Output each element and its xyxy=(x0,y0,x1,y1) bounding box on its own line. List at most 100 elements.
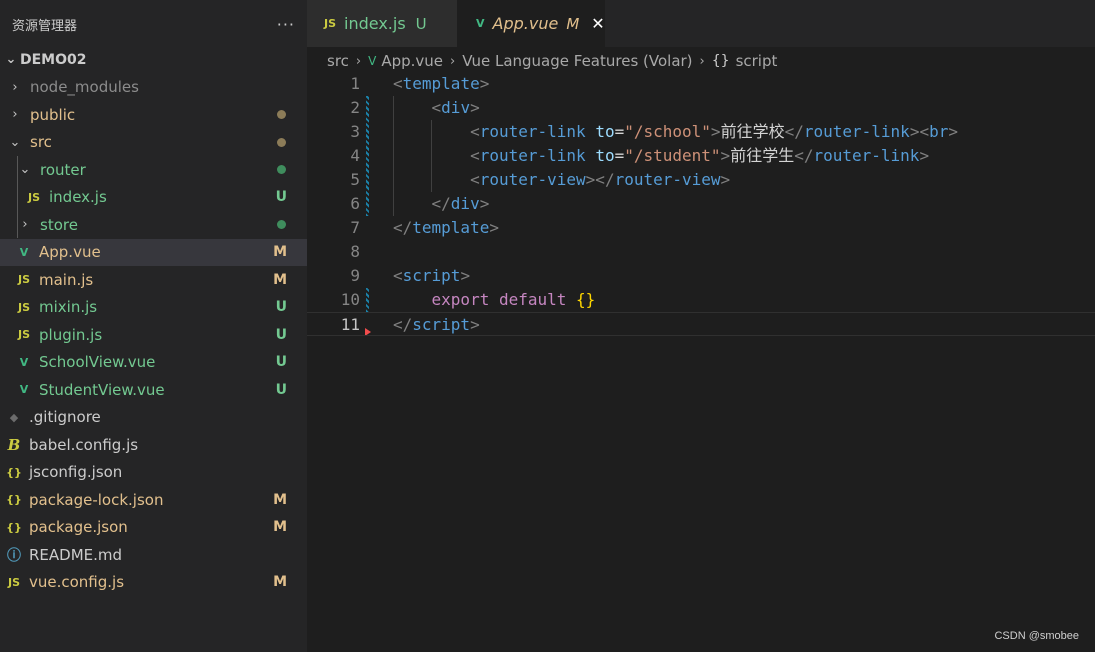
keyword: default xyxy=(498,290,567,309)
project-name: DEMO02 xyxy=(20,51,87,68)
tree-item-label: mixin.js xyxy=(39,298,98,317)
tab-status: M xyxy=(566,14,580,33)
json-icon: {} xyxy=(6,465,22,479)
file-studentview-vue[interactable]: V StudentView.vue U xyxy=(0,376,307,404)
tree-indent-guide xyxy=(17,156,18,238)
tag-name: div xyxy=(441,98,471,117)
chevron-down-icon: ⌄ xyxy=(9,134,21,150)
git-status-badge: M xyxy=(273,491,287,508)
git-icon: ◆ xyxy=(9,410,19,424)
file-tree: ⌄ DEMO02 › node_modules › public ⌄ src ⌄… xyxy=(0,46,307,596)
git-status-badge: U xyxy=(275,189,287,206)
tree-item-label: SchoolView.vue xyxy=(39,353,156,372)
folder-router[interactable]: ⌄ router xyxy=(0,156,307,184)
folder-public[interactable]: › public xyxy=(0,101,307,129)
breadcrumb-item[interactable]: script xyxy=(736,52,778,70)
line-number: 10 xyxy=(340,290,360,309)
tab-status: U xyxy=(415,14,427,33)
tree-item-label: vue.config.js xyxy=(29,573,125,592)
json-icon: {} xyxy=(6,493,22,507)
chevron-right-icon: › xyxy=(699,53,705,69)
line-number: 2 xyxy=(350,98,360,117)
tag-name: router-link xyxy=(479,146,586,165)
tab-app-vue[interactable]: V App.vue M ✕ xyxy=(457,0,605,47)
file-package-json[interactable]: {} package.json M xyxy=(0,514,307,542)
tag-name: router-link xyxy=(479,122,586,141)
file-package-lock-json[interactable]: {} package-lock.json M xyxy=(0,486,307,514)
code-line: 9 <script> xyxy=(307,264,1095,288)
explorer-title: 资源管理器 xyxy=(12,18,78,34)
git-status-badge: U xyxy=(275,381,287,398)
folder-store[interactable]: › store xyxy=(0,211,307,239)
file-vue-config-js[interactable]: JS vue.config.js M xyxy=(0,569,307,597)
file-gitignore[interactable]: ◆ .gitignore xyxy=(0,404,307,432)
tree-item-label: README.md xyxy=(29,545,123,564)
tag-name: br xyxy=(929,122,949,141)
keyword: export xyxy=(431,290,490,309)
breadcrumb: src › V App.vue › Vue Language Features … xyxy=(327,50,777,72)
breadcrumb-item[interactable]: Vue Language Features (Volar) xyxy=(462,52,692,70)
code-line: 3 <router-link to="/school">前往学校</router… xyxy=(307,120,1095,144)
chevron-down-icon: ⌄ xyxy=(5,52,17,68)
tag-name: router-view xyxy=(614,170,721,189)
explorer-header: 资源管理器 ··· xyxy=(0,0,307,48)
modified-dot xyxy=(277,110,286,120)
folder-node-modules[interactable]: › node_modules xyxy=(0,74,307,102)
file-schoolview-vue[interactable]: V SchoolView.vue U xyxy=(0,349,307,377)
vue-icon: V xyxy=(19,383,29,397)
line-number: 9 xyxy=(350,266,360,285)
tree-item-label: package.json xyxy=(29,518,128,537)
line-number: 8 xyxy=(350,242,360,261)
tag-name: script xyxy=(402,266,461,285)
vue-icon: V xyxy=(476,17,485,30)
tree-item-label: App.vue xyxy=(39,243,101,262)
js-icon: JS xyxy=(17,273,30,287)
watermark: CSDN @smobee xyxy=(994,630,1079,642)
code-line: 5 <router-view></router-view> xyxy=(307,168,1095,192)
modified-dot xyxy=(277,137,286,147)
line-number: 1 xyxy=(350,74,360,93)
untracked-dot xyxy=(277,165,286,175)
project-root[interactable]: ⌄ DEMO02 xyxy=(0,46,307,74)
tab-index-js[interactable]: JS index.js U xyxy=(307,0,457,47)
line-number: 4 xyxy=(350,146,360,165)
attribute-value: "/student" xyxy=(624,146,721,165)
breadcrumb-item[interactable]: App.vue xyxy=(381,52,443,70)
file-main-js[interactable]: JS main.js M xyxy=(0,266,307,294)
tag-name: router-link xyxy=(803,122,910,141)
code-line: 2 <div> xyxy=(307,96,1095,120)
tag-name: template xyxy=(402,74,480,93)
more-actions-icon[interactable]: ··· xyxy=(277,15,295,34)
js-icon: JS xyxy=(17,328,30,342)
file-jsconfig-json[interactable]: {} jsconfig.json xyxy=(0,459,307,487)
folder-src[interactable]: ⌄ src xyxy=(0,129,307,157)
file-babel-config-js[interactable]: B babel.config.js xyxy=(0,431,307,459)
tag-name: div xyxy=(450,194,480,213)
info-icon: ⓘ xyxy=(7,547,21,564)
chevron-right-icon: › xyxy=(12,107,18,123)
file-mixin-js[interactable]: JS mixin.js U xyxy=(0,294,307,322)
breadcrumb-item[interactable]: src xyxy=(327,52,349,70)
file-plugin-js[interactable]: JS plugin.js U xyxy=(0,321,307,349)
code-editor[interactable]: 1 <template> 2 <div> 3 <router-link to="… xyxy=(307,72,1095,652)
line-number: 7 xyxy=(350,218,360,237)
untracked-dot xyxy=(277,220,286,230)
vue-icon: V xyxy=(368,54,377,68)
editor-tab-bar: JS index.js U V App.vue M ✕ xyxy=(307,0,1095,47)
tab-label: index.js xyxy=(344,14,406,33)
braces-icon: {} xyxy=(711,53,730,69)
tree-item-label: store xyxy=(40,215,78,234)
code-line: 1 <template> xyxy=(307,72,1095,96)
file-router-index-js[interactable]: JS index.js U xyxy=(0,184,307,212)
file-readme-md[interactable]: ⓘ README.md xyxy=(0,541,307,569)
js-icon: JS xyxy=(27,190,40,204)
close-icon[interactable]: ✕ xyxy=(591,14,604,33)
tree-item-label: package-lock.json xyxy=(29,490,164,509)
file-app-vue[interactable]: V App.vue M xyxy=(0,238,307,266)
tree-item-label: StudentView.vue xyxy=(39,380,165,399)
link-text: 前往学生 xyxy=(730,146,795,165)
git-status-badge: U xyxy=(275,354,287,371)
code-line: 6 </div> xyxy=(307,192,1095,216)
chevron-right-icon: › xyxy=(22,217,28,233)
line-number: 11 xyxy=(340,315,360,334)
